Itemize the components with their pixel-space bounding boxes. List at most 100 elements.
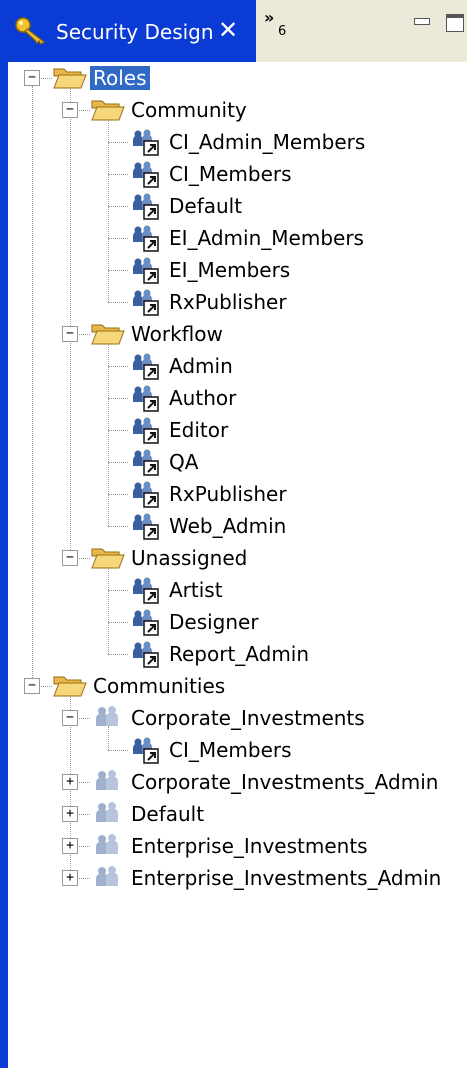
collapse-icon[interactable]: − [24,678,40,694]
collapse-icon[interactable]: − [62,102,78,118]
tree-item[interactable]: CI_Members [8,734,467,766]
tree-item[interactable]: RxPublisher [8,286,467,318]
tree-connector [108,142,128,143]
tree-item[interactable]: CI_Members [8,158,467,190]
community-icon [96,802,118,822]
tree-item-label: Web_Admin [169,514,287,538]
community-icon [96,866,118,886]
role-link-icon [133,289,159,316]
role-link-icon [133,129,159,156]
collapse-icon[interactable]: − [24,70,40,86]
tree-item[interactable]: Designer [8,606,467,638]
tab-title: Security Design [56,20,214,44]
tree-connector [108,526,128,527]
tree-item[interactable]: + Default [8,798,467,830]
tree-item[interactable]: Report_Admin [8,638,467,670]
tree-item-label: Communities [93,674,226,698]
tree-item[interactable]: + Enterprise_Investments_Admin [8,862,467,894]
collapse-icon[interactable]: − [62,710,78,726]
tree-item[interactable]: − Community [8,94,467,126]
minimize-icon[interactable] [414,18,430,25]
tree-item[interactable]: EI_Members [8,254,467,286]
tree-item[interactable]: − Communities [8,670,467,702]
expand-icon[interactable]: + [62,806,78,822]
role-link-icon [133,481,159,508]
tree-item[interactable]: + Corporate_Investments_Admin [8,766,467,798]
role-link-icon [133,257,159,284]
overflow-count: 6 [278,24,287,39]
tree-connector [108,494,128,495]
tree-item-label: Artist [169,578,223,602]
tree-item[interactable]: − Workflow [8,318,467,350]
tree-item-label: Unassigned [131,546,248,570]
tree-item-label: RxPublisher [169,482,287,506]
expand-icon[interactable]: + [62,838,78,854]
expand-icon[interactable]: + [62,774,78,790]
tree-item-label: Enterprise_Investments [131,834,368,858]
tree-item-label: RxPublisher [169,290,287,314]
tree-item[interactable]: QA [8,446,467,478]
tree-connector [108,430,128,431]
folder-open-icon [91,548,125,569]
tree-connector [108,654,128,655]
tree-item[interactable]: − Unassigned [8,542,467,574]
tree-item-label: Roles [90,66,150,90]
tab-strip: Security Design ✕ » 6 [0,0,467,62]
chevron-double-right-icon: » [264,8,275,27]
tree-item-label: CI_Members [169,738,292,762]
community-icon [96,770,118,790]
expand-icon[interactable]: + [62,870,78,886]
tree-connector [108,206,128,207]
tree-item-label: Author [169,386,237,410]
role-link-icon [133,225,159,252]
tab-security-design[interactable]: Security Design ✕ [0,0,256,62]
tree-item[interactable]: Admin [8,350,467,382]
tree-item-label: QA [169,450,199,474]
role-link-icon [133,353,159,380]
role-link-icon [133,417,159,444]
tree-connector [108,270,128,271]
tree-connector [108,398,128,399]
tree-item-label: Workflow [131,322,223,346]
tree-item[interactable]: RxPublisher [8,478,467,510]
folder-open-icon [53,676,87,697]
tree-connector [108,366,128,367]
folder-open-icon [91,324,125,345]
tree-item-label: Enterprise_Investments_Admin [131,866,442,890]
folder-open-icon [53,68,87,89]
tree-item[interactable]: − Roles [8,62,467,94]
tree-item[interactable]: Author [8,382,467,414]
tree-item[interactable]: − Corporate_Investments [8,702,467,734]
tree-item[interactable]: Artist [8,574,467,606]
tree-item[interactable]: Default [8,190,467,222]
tree-item[interactable]: CI_Admin_Members [8,126,467,158]
tree-item[interactable]: Web_Admin [8,510,467,542]
role-link-icon [133,737,159,764]
collapse-icon[interactable]: − [62,326,78,342]
tree-item[interactable]: EI_Admin_Members [8,222,467,254]
role-link-icon [133,449,159,476]
role-link-icon [133,161,159,188]
folder-open-icon [91,100,125,121]
community-icon [96,706,118,726]
tree-item[interactable]: Editor [8,414,467,446]
collapse-icon[interactable]: − [62,550,78,566]
tree-connector [108,462,128,463]
security-tree: − Roles − Community CI_Admin_Members CI_Membe… [8,62,467,1068]
tree-item[interactable]: + Enterprise_Investments [8,830,467,862]
role-link-icon [133,609,159,636]
maximize-icon[interactable] [446,14,464,32]
tree-item-label: Community [131,98,247,122]
community-icon [96,834,118,854]
tree-item-label: EI_Admin_Members [169,226,364,250]
tree-item-label: CI_Members [169,162,292,186]
tree-item-label: Default [169,194,243,218]
tree-connector [108,302,128,303]
tree-item-label: Report_Admin [169,642,310,666]
key-icon [15,17,46,45]
overflow-tabs-button[interactable]: » 6 [264,10,298,44]
tree-item-label: EI_Members [169,258,291,282]
role-link-icon [133,385,159,412]
tree-item-label: Editor [169,418,229,442]
close-icon[interactable]: ✕ [218,17,238,43]
